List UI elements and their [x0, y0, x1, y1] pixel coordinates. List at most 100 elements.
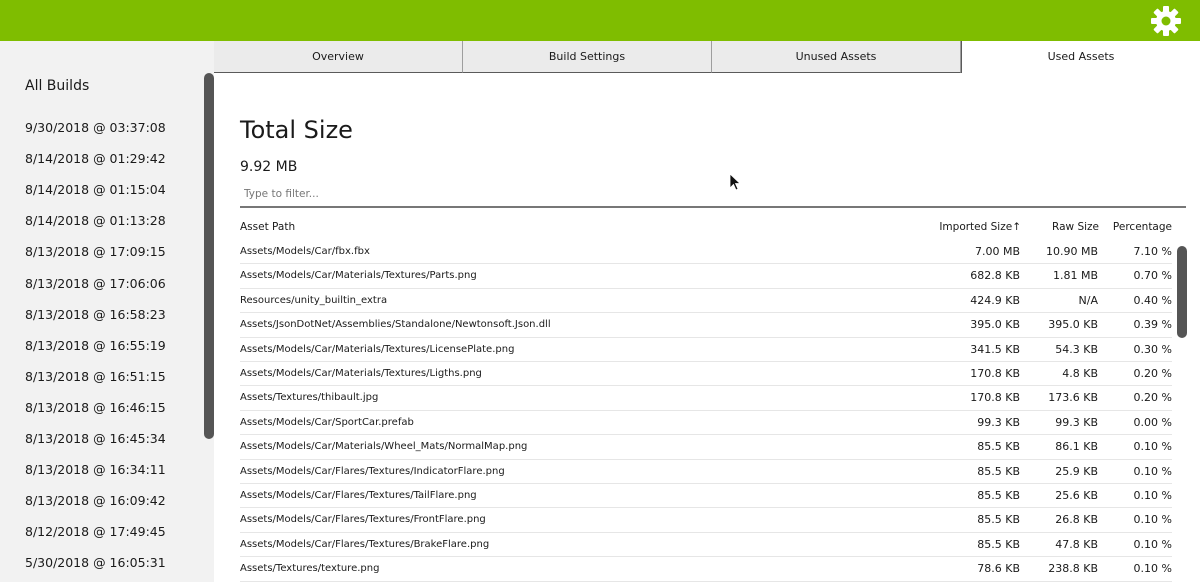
raw-size-cell: 25.6 KB [1055, 489, 1098, 502]
table-row[interactable]: Assets/Models/Car/Materials/Textures/Par… [240, 264, 1172, 289]
raw-size-cell: 86.1 KB [1055, 440, 1098, 454]
table-row[interactable]: Assets/Models/Car/Flares/Textures/BrakeF… [240, 533, 1172, 558]
raw-size-cell: 25.9 KB [1055, 464, 1098, 478]
asset-path-cell: Assets/Textures/thibault.jpg [240, 392, 379, 404]
asset-path-cell: Assets/Models/Car/Flares/Textures/TailFl… [240, 490, 477, 501]
filter-input[interactable] [240, 182, 1186, 208]
raw-size-cell: 99.3 KB [1055, 415, 1098, 429]
imported-size-cell: 7.00 MB [974, 245, 1020, 258]
build-list-item[interactable]: 9/30/2018 @ 03:37:08 [25, 120, 166, 135]
percentage-cell: 0.20 % [1133, 391, 1172, 405]
table-row[interactable]: Assets/Models/Car/Flares/Textures/TailFl… [240, 484, 1172, 509]
percentage-cell: 0.10 % [1133, 440, 1172, 454]
tab-overview[interactable]: Overview [214, 41, 463, 73]
raw-size-cell: 10.90 MB [1045, 245, 1098, 258]
imported-size-cell: 85.5 KB [977, 513, 1020, 527]
imported-size-cell: 395.0 KB [970, 318, 1020, 332]
table-row[interactable]: Assets/Models/Car/Materials/Textures/Lig… [240, 362, 1172, 387]
raw-size-cell: N/A [1078, 293, 1098, 307]
raw-size-cell: 1.81 MB [1052, 269, 1098, 283]
build-list-item[interactable]: 8/12/2018 @ 17:49:45 [25, 524, 166, 539]
build-list-item[interactable]: 8/13/2018 @ 16:46:15 [25, 400, 166, 415]
asset-path-cell: Assets/Models/Car/Flares/Textures/BrakeF… [240, 538, 490, 550]
imported-size-cell: 85.5 KB [977, 464, 1020, 478]
raw-size-cell: 26.8 KB [1055, 513, 1098, 527]
imported-size-cell: 682.8 KB [970, 269, 1020, 283]
raw-size-cell: 238.8 KB [1048, 562, 1098, 576]
raw-size-cell: 395.0 KB [1048, 318, 1098, 332]
gear-icon[interactable] [1150, 5, 1182, 37]
percentage-cell: 0.70 % [1133, 269, 1172, 283]
imported-size-cell: 78.6 KB [977, 562, 1020, 576]
raw-size-cell: 4.8 KB [1062, 367, 1098, 380]
build-list-item[interactable]: 8/13/2018 @ 16:45:34 [25, 431, 166, 446]
tab-build-settings[interactable]: Build Settings [463, 41, 712, 73]
tab-used-assets[interactable]: Used Assets [961, 41, 1200, 73]
build-list-item[interactable]: 5/30/2018 @ 16:05:31 [25, 555, 166, 570]
sidebar-scrollbar[interactable] [204, 73, 214, 439]
percentage-cell: 0.10 % [1133, 489, 1172, 502]
percentage-cell: 0.00 % [1133, 415, 1172, 429]
percentage-cell: 0.10 % [1133, 562, 1172, 576]
percentage-cell: 0.39 % [1133, 318, 1172, 332]
percentage-cell: 0.10 % [1133, 464, 1172, 478]
asset-path-cell: Resources/unity_builtin_extra [240, 294, 388, 306]
percentage-cell: 7.10 % [1133, 245, 1172, 258]
asset-path-cell: Assets/Models/Car/Flares/Textures/FrontF… [240, 514, 486, 526]
imported-size-cell: 170.8 KB [970, 391, 1020, 405]
percentage-cell: 0.10 % [1133, 513, 1172, 527]
asset-path-cell: Assets/Models/Car/Materials/Textures/Par… [240, 270, 477, 282]
build-list-item[interactable]: 8/14/2018 @ 01:29:42 [25, 151, 166, 166]
builds-sidebar: All Builds 9/30/2018 @ 03:37:08 8/14/2018… [0, 41, 214, 582]
column-header-asset-path[interactable]: Asset Path [240, 221, 295, 233]
total-size-value: 9.92 MB [240, 159, 298, 175]
raw-size-cell: 47.8 KB [1055, 537, 1098, 551]
build-list-item[interactable]: 8/13/2018 @ 17:09:15 [25, 244, 166, 259]
table-row[interactable]: Assets/Textures/texture.png 78.6 KB 238.8 … [240, 557, 1172, 582]
build-list-item[interactable]: 8/14/2018 @ 01:13:28 [25, 213, 166, 228]
tab-unused-assets[interactable]: Unused Assets [712, 41, 961, 73]
raw-size-cell: 173.6 KB [1048, 391, 1098, 405]
table-row[interactable]: Assets/Models/Car/Materials/Wheel_Mats/N… [240, 435, 1172, 460]
table-row[interactable]: Assets/Models/Car/SportCar.prefab 99.3 KB… [240, 411, 1172, 436]
tab-bar: Overview Build Settings Unused Assets Us… [214, 41, 1200, 73]
build-list-item[interactable]: 8/13/2018 @ 16:09:42 [25, 493, 166, 508]
table-row[interactable]: Assets/JsonDotNet/Assemblies/Standalone/… [240, 313, 1172, 338]
percentage-cell: 0.10 % [1133, 537, 1172, 551]
imported-size-cell: 85.5 KB [977, 440, 1020, 454]
build-list-item[interactable]: 8/13/2018 @ 16:58:23 [25, 307, 166, 322]
table-row[interactable]: Assets/Models/Car/Flares/Textures/FrontF… [240, 508, 1172, 533]
imported-size-cell: 170.8 KB [970, 367, 1020, 380]
imported-size-cell: 99.3 KB [977, 415, 1020, 429]
build-list-item[interactable]: 8/13/2018 @ 16:34:11 [25, 462, 166, 477]
page-title: Total Size [240, 116, 353, 144]
column-header-raw-size[interactable]: Raw Size [1052, 221, 1099, 233]
percentage-cell: 0.40 % [1133, 293, 1172, 307]
column-header-percentage[interactable]: Percentage [1113, 221, 1172, 233]
mouse-cursor-icon [729, 173, 741, 191]
asset-path-cell: Assets/Models/Car/Materials/Wheel_Mats/N… [240, 441, 528, 453]
asset-path-cell: Assets/Models/Car/SportCar.prefab [240, 416, 414, 428]
table-row[interactable]: Assets/Textures/thibault.jpg 170.8 KB 173.… [240, 386, 1172, 411]
table-scrollbar[interactable] [1177, 246, 1187, 338]
build-list-item[interactable]: 8/13/2018 @ 16:55:19 [25, 338, 166, 353]
imported-size-cell: 424.9 KB [970, 293, 1020, 307]
asset-path-cell: Assets/Models/Car/Materials/Textures/Lig… [240, 368, 482, 379]
table-row[interactable]: Assets/Models/Car/fbx.fbx 7.00 MB 10.90 MB… [240, 240, 1172, 265]
top-bar [0, 0, 1200, 41]
build-list-item[interactable]: 8/13/2018 @ 17:06:06 [25, 276, 166, 291]
table-row[interactable]: Assets/Models/Car/Flares/Textures/Indica… [240, 460, 1172, 484]
build-list-item[interactable]: 8/14/2018 @ 01:15:04 [25, 182, 166, 197]
asset-path-cell: Assets/Models/Car/fbx.fbx [240, 246, 370, 257]
table-row[interactable]: Resources/unity_builtin_extra 424.9 KB N/A… [240, 289, 1172, 314]
build-list-item[interactable]: 8/13/2018 @ 16:51:15 [25, 369, 166, 384]
asset-path-cell: Assets/JsonDotNet/Assemblies/Standalone/… [240, 319, 551, 331]
imported-size-cell: 85.5 KB [977, 489, 1020, 502]
asset-path-cell: Assets/Models/Car/Materials/Textures/Lic… [240, 343, 515, 355]
imported-size-cell: 341.5 KB [970, 342, 1020, 356]
column-header-imported-size[interactable]: Imported Size↑ [939, 221, 1021, 233]
table-row[interactable]: Assets/Models/Car/Materials/Textures/Lic… [240, 338, 1172, 362]
asset-path-cell: Assets/Textures/texture.png [240, 563, 380, 575]
raw-size-cell: 54.3 KB [1055, 342, 1098, 356]
percentage-cell: 0.20 % [1133, 367, 1172, 380]
